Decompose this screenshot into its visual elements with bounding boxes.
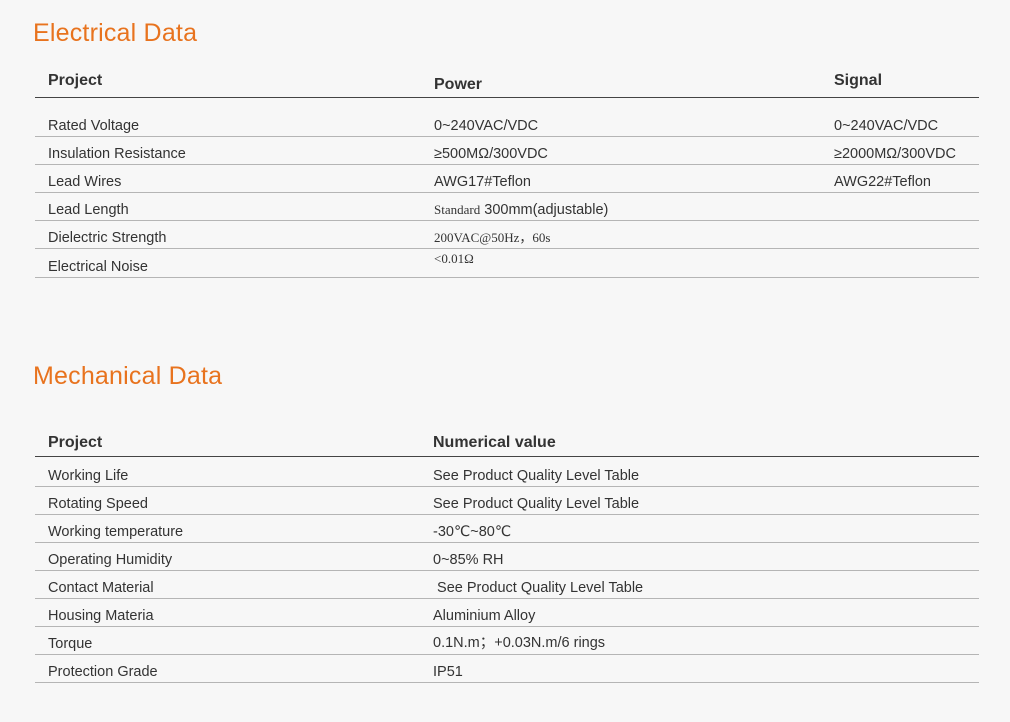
cell-project: Rotating Speed	[35, 486, 433, 515]
cell-project: Working temperature	[35, 514, 433, 543]
cell-signal	[834, 220, 979, 249]
table-row: Housing Materia Aluminium Alloy	[35, 598, 979, 627]
cell-power: AWG17#Teflon	[434, 164, 834, 193]
cell-power: <0.01Ω	[434, 248, 834, 278]
header-project: Project	[35, 66, 434, 98]
table-header-row: Project Numerical value	[35, 428, 979, 457]
cell-value: IP51	[433, 654, 979, 683]
cell-project: Housing Materia	[35, 598, 433, 627]
table-row: Protection Grade IP51	[35, 654, 979, 683]
cell-signal	[834, 192, 979, 221]
table-row: Electrical Noise <0.01Ω	[35, 248, 979, 278]
cell-power: ≥500MΩ/300VDC	[434, 136, 834, 165]
table-row: Lead Wires AWG17#Teflon AWG22#Teflon	[35, 164, 979, 193]
cell-signal: ≥2000MΩ/300VDC	[834, 136, 979, 165]
cell-project: Dielectric Strength	[35, 220, 434, 249]
cell-power: 200VAC@50Hz，60s	[434, 220, 834, 249]
cell-project: Protection Grade	[35, 654, 433, 683]
cell-project: Rated Voltage	[35, 97, 434, 137]
cell-value: See Product Quality Level Table	[433, 570, 979, 599]
cell-project: Electrical Noise	[35, 248, 434, 278]
cell-value: Aluminium Alloy	[433, 598, 979, 627]
table-row: Working Life See Product Quality Level T…	[35, 456, 979, 487]
table-header-row: Project Power Signal	[35, 66, 979, 98]
header-value: Numerical value	[433, 428, 979, 457]
cell-power: 0~240VAC/VDC	[434, 97, 834, 137]
cell-project: Insulation Resistance	[35, 136, 434, 165]
cell-power-prefix: Standard	[434, 201, 481, 217]
mechanical-data-title: Mechanical Data	[33, 362, 223, 390]
electrical-data-table: Project Power Signal Rated Voltage 0~240…	[35, 66, 979, 278]
electrical-data-title: Electrical Data	[33, 19, 198, 47]
cell-signal: AWG22#Teflon	[834, 164, 979, 193]
cell-value: See Product Quality Level Table	[433, 486, 979, 515]
table-row: Operating Humidity 0~85% RH	[35, 542, 979, 571]
cell-value: -30℃~80℃	[433, 514, 979, 543]
cell-project: Lead Wires	[35, 164, 434, 193]
cell-project: Working Life	[35, 456, 433, 487]
cell-power-value: 300mm(adjustable)	[484, 201, 609, 218]
header-signal: Signal	[834, 66, 979, 98]
table-row: Contact Material See Product Quality Lev…	[35, 570, 979, 599]
header-project: Project	[35, 428, 433, 457]
cell-value: See Product Quality Level Table	[433, 456, 979, 487]
table-row: Rotating Speed See Product Quality Level…	[35, 486, 979, 515]
cell-value: 0.1N.m；+0.03N.m/6 rings	[433, 626, 979, 655]
cell-project: Lead Length	[35, 192, 434, 221]
cell-power: Standard 300mm(adjustable)	[434, 192, 834, 221]
table-row: Insulation Resistance ≥500MΩ/300VDC ≥200…	[35, 136, 979, 165]
cell-signal: 0~240VAC/VDC	[834, 97, 979, 137]
cell-project: Torque	[35, 626, 433, 655]
table-row: Rated Voltage 0~240VAC/VDC 0~240VAC/VDC	[35, 97, 979, 137]
cell-project: Contact Material	[35, 570, 433, 599]
header-power: Power	[434, 66, 834, 98]
table-row: Dielectric Strength 200VAC@50Hz，60s	[35, 220, 979, 249]
cell-project: Operating Humidity	[35, 542, 433, 571]
cell-signal	[834, 248, 979, 278]
table-row: Working temperature -30℃~80℃	[35, 514, 979, 543]
mechanical-data-table: Project Numerical value Working Life See…	[35, 428, 979, 683]
cell-value: 0~85% RH	[433, 542, 979, 571]
table-row: Torque 0.1N.m；+0.03N.m/6 rings	[35, 626, 979, 655]
table-row: Lead Length Standard 300mm(adjustable)	[35, 192, 979, 221]
